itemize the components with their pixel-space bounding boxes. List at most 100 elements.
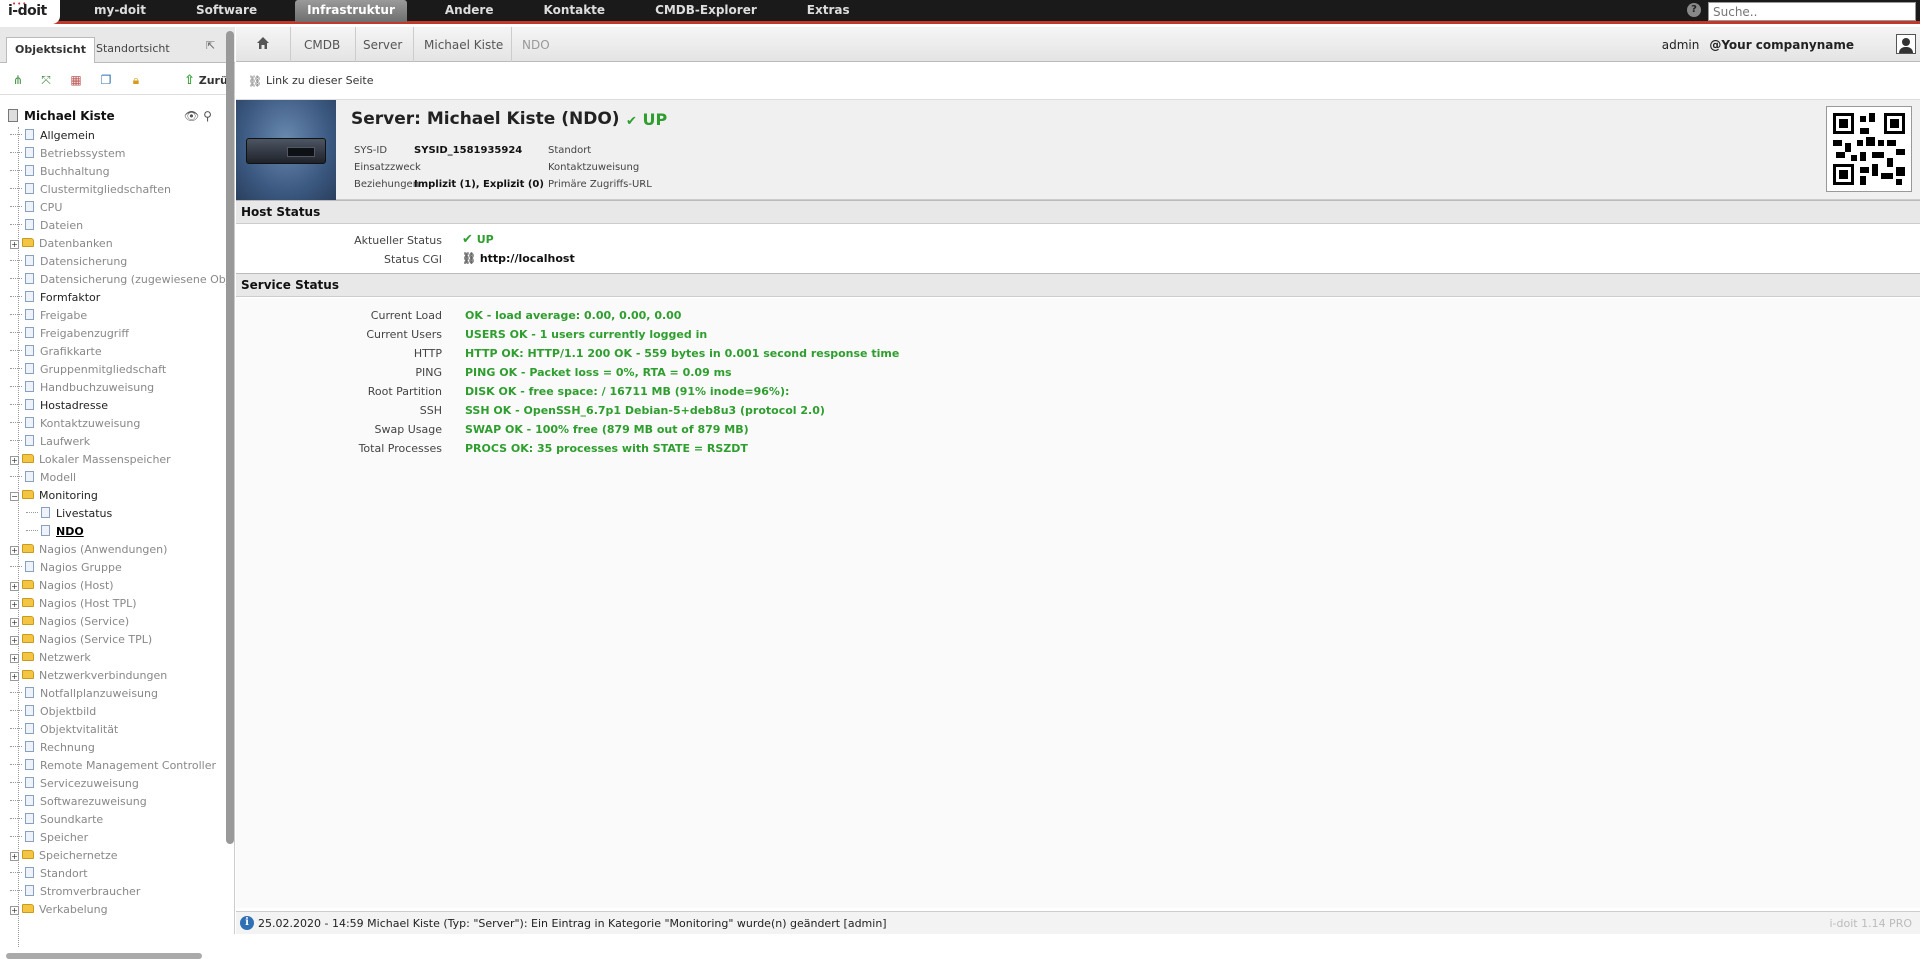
expand-icon[interactable]: + <box>10 906 19 915</box>
breadcrumb-cmdb[interactable]: CMDB <box>304 38 340 52</box>
tree-item[interactable]: + Nagios (Service TPL) <box>10 631 152 649</box>
user-avatar-icon[interactable] <box>1896 34 1916 54</box>
tree-item[interactable]: + Nagios (Host) <box>10 577 114 595</box>
breadcrumb-object[interactable]: Michael Kiste <box>424 38 503 52</box>
tree-item[interactable]: − Monitoring <box>10 487 98 505</box>
tree-item[interactable]: + Nagios (Anwendungen) <box>10 541 167 559</box>
tree-scrollbar-vertical[interactable] <box>226 31 234 844</box>
magnifier-icon[interactable]: ⚲ <box>203 109 212 123</box>
tree-item[interactable]: Rechnung <box>10 739 95 757</box>
service-label: PING <box>415 366 442 379</box>
tree-item[interactable]: Formfaktor <box>10 289 100 307</box>
expand-icon[interactable]: ⤧ <box>38 73 54 87</box>
expand-icon[interactable]: + <box>10 636 19 645</box>
nav-item-infrastruktur[interactable]: Infrastruktur <box>295 0 407 22</box>
status-bar: i 25.02.2020 - 14:59 Michael Kiste (Typ:… <box>236 911 1920 934</box>
tree-item[interactable]: Livestatus <box>26 505 112 523</box>
tree-item[interactable]: + Datenbanken <box>10 235 113 253</box>
tree-item[interactable]: Remote Management Controller <box>10 757 216 775</box>
tree-item[interactable]: Nagios Gruppe <box>10 559 122 577</box>
tree-item[interactable]: Dateien <box>10 217 83 235</box>
tree-item[interactable]: Laufwerk <box>10 433 90 451</box>
nav-item-cmdb-explorer[interactable]: CMDB-Explorer <box>643 0 769 22</box>
service-value: OK - load average: 0.00, 0.00, 0.00 <box>465 309 682 322</box>
breadcrumb-server[interactable]: Server <box>363 38 402 52</box>
tree-item[interactable]: Buchhaltung <box>10 163 110 181</box>
tree-item[interactable]: Handbuchzuweisung <box>10 379 154 397</box>
tree-item[interactable]: Datensicherung <box>10 253 127 271</box>
tree-item[interactable]: Modell <box>10 469 76 487</box>
tree-root[interactable]: Michael Kiste <box>8 109 115 125</box>
tree-item[interactable]: + Verkabelung <box>10 901 108 919</box>
qr-code[interactable] <box>1826 106 1912 192</box>
eye-icon[interactable]: 👁︎ <box>184 109 199 123</box>
expand-icon[interactable]: + <box>10 672 19 681</box>
tree-item[interactable]: Hostadresse <box>10 397 108 415</box>
tree-item[interactable]: + Nagios (Service) <box>10 613 129 631</box>
lock-icon[interactable]: 🔒︎ <box>128 73 144 87</box>
tree-scrollbar-horizontal[interactable] <box>6 953 202 959</box>
i-doit-logo[interactable]: ••• i-doit <box>0 0 60 24</box>
nav-item-kontakte[interactable]: Kontakte <box>531 0 617 22</box>
user-info[interactable]: admin @Your companyname <box>1662 38 1854 52</box>
tree-item[interactable]: CPU <box>10 199 62 217</box>
status-cgi-link[interactable]: ⛓︎ http://localhost <box>462 252 575 265</box>
tree-item[interactable]: Speicher <box>10 829 88 847</box>
tree-item[interactable]: Grafikkarte <box>10 343 102 361</box>
tree-item[interactable]: Freigabe <box>10 307 87 325</box>
tree-item[interactable]: Kontaktzuweisung <box>10 415 140 433</box>
tree-item[interactable]: Servicezuweisung <box>10 775 139 793</box>
expand-icon[interactable]: + <box>10 456 19 465</box>
expand-icon[interactable]: + <box>10 582 19 591</box>
tab-object-view[interactable]: Objektsicht <box>6 37 95 63</box>
tree-item[interactable]: Clustermitgliedschaften <box>10 181 171 199</box>
tree-item[interactable]: + Netzwerk <box>10 649 91 667</box>
tree-item[interactable]: NDO <box>26 523 84 541</box>
tree-item[interactable]: Softwarezuweisung <box>10 793 147 811</box>
nav-item-extras[interactable]: Extras <box>795 0 862 22</box>
nav-item-software[interactable]: Software <box>184 0 269 22</box>
tree-item[interactable]: Allgemein <box>10 127 95 145</box>
nav-item-my-doit[interactable]: my-doit <box>82 0 158 22</box>
tree-item[interactable]: Standort <box>10 865 88 883</box>
expand-icon[interactable]: + <box>10 546 19 555</box>
back-button[interactable]: ⇧ Zurü <box>184 73 228 88</box>
relations-value[interactable]: Implizit (1), Explizit (0) <box>414 179 544 190</box>
tree-item[interactable]: + Speichernetze <box>10 847 118 865</box>
popout-icon[interactable]: ⇱ <box>206 39 215 52</box>
expand-icon[interactable]: + <box>10 852 19 861</box>
tree-item[interactable]: Objektbild <box>10 703 96 721</box>
tree-item[interactable]: Datensicherung (zugewiesene Objekte) <box>10 271 226 289</box>
search-input[interactable] <box>1708 2 1916 21</box>
tree-item[interactable]: + Lokaler Massenspeicher <box>10 451 171 469</box>
tab-location-view[interactable]: Standortsicht <box>88 37 178 63</box>
tree-item[interactable]: Notfallplanzuweisung <box>10 685 158 703</box>
tree-item[interactable]: Stromverbraucher <box>10 883 140 901</box>
tree-item[interactable]: Objektvitalität <box>10 721 118 739</box>
page-link[interactable]: Link zu dieser Seite <box>266 74 373 87</box>
document-icon <box>25 363 34 374</box>
tree-structure-icon[interactable]: ⋔ <box>10 73 26 87</box>
nav-item-andere[interactable]: Andere <box>433 0 506 22</box>
expand-icon[interactable]: + <box>10 240 19 249</box>
help-icon[interactable]: ? <box>1687 3 1701 17</box>
document-icon <box>25 723 34 734</box>
tree-item[interactable]: Betriebssystem <box>10 145 125 163</box>
tree-item[interactable]: Soundkarte <box>10 811 103 829</box>
calendar-icon[interactable]: ▦ <box>68 73 84 87</box>
tree-item-label: Datensicherung (zugewiesene Objekte) <box>40 273 226 286</box>
home-icon[interactable] <box>256 36 270 50</box>
tree-item[interactable]: Freigabenzugriff <box>10 325 129 343</box>
document-icon <box>25 795 34 806</box>
tree-item[interactable]: + Nagios (Host TPL) <box>10 595 137 613</box>
tree-item[interactable]: + Netzwerkverbindungen <box>10 667 167 685</box>
expand-icon[interactable]: + <box>10 654 19 663</box>
tree-item-label: Stromverbraucher <box>40 885 141 898</box>
book-icon[interactable]: ❐ <box>98 73 114 87</box>
tree-item-label: Softwarezuweisung <box>40 795 147 808</box>
collapse-icon[interactable]: − <box>10 492 19 501</box>
tree-item[interactable]: Gruppenmitgliedschaft <box>10 361 166 379</box>
host-status-header: Host Status <box>236 200 1920 224</box>
expand-icon[interactable]: + <box>10 618 19 627</box>
expand-icon[interactable]: + <box>10 600 19 609</box>
